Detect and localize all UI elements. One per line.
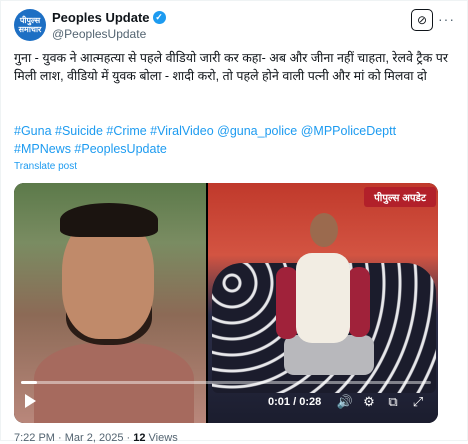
views-label: Views [148,432,178,444]
tweet-header: पीपुल्स समाचार Peoples Update ✓ @Peoples… [14,9,455,45]
tweet-hashtags[interactable]: #Guna #Suicide #Crime #ViralVideo @guna_… [14,122,454,158]
man-head [310,213,338,247]
channel-logo: पीपुल्स अपडेट [364,187,436,207]
post-time[interactable]: 7:22 PM [14,432,55,444]
more-icon[interactable]: ··· [438,11,455,27]
video-time: 0:01 / 0:28 [268,396,321,408]
verified-badge-icon: ✓ [152,11,166,24]
duration: 0:28 [299,396,322,408]
post-date[interactable]: Mar 2, 2025 [65,432,124,444]
man-body [296,253,350,343]
tweet-text: गुना - युवक ने आत्महत्या से पहले वीडियो … [14,51,448,83]
man-arm-right [348,267,370,337]
volume-icon[interactable]: 🔊 [336,393,354,411]
time-separator: / [293,396,297,408]
video-progress-bar[interactable] [21,381,431,384]
video-player[interactable]: पीपुल्स अपडेट 0:01 / 0:28 🔊 ⚙ ⧉ ⤢ [14,183,438,423]
author-display-name-text[interactable]: Peoples Update [52,10,150,25]
translate-post-link[interactable]: Translate post [14,161,77,172]
tweet-meta: 7:22 PM · Mar 2, 2025 · 12 Views [14,432,178,444]
settings-icon[interactable]: ⚙ [360,393,378,411]
views-count: 12 [133,432,146,444]
video-subject-hair [60,203,158,237]
tweet-card[interactable]: पीपुल्स समाचार Peoples Update ✓ @Peoples… [0,0,468,444]
video-controls: 0:01 / 0:28 🔊 ⚙ ⧉ ⤢ [14,389,438,419]
author-display-name[interactable]: Peoples Update ✓ [52,10,166,25]
avatar[interactable]: पीपुल्स समाचार [14,9,46,41]
current-time: 0:01 [268,396,291,408]
author-names: Peoples Update ✓ @PeoplesUpdate [52,10,166,41]
video-progress-fill [21,381,38,384]
man-arm-left [276,267,298,339]
picture-in-picture-icon[interactable]: ⧉ [384,393,402,411]
author-handle[interactable]: @PeoplesUpdate [52,27,166,41]
fullscreen-icon[interactable]: ⤢ [409,393,427,411]
play-icon[interactable] [25,394,36,408]
grok-icon[interactable]: ⊘ [411,9,433,31]
